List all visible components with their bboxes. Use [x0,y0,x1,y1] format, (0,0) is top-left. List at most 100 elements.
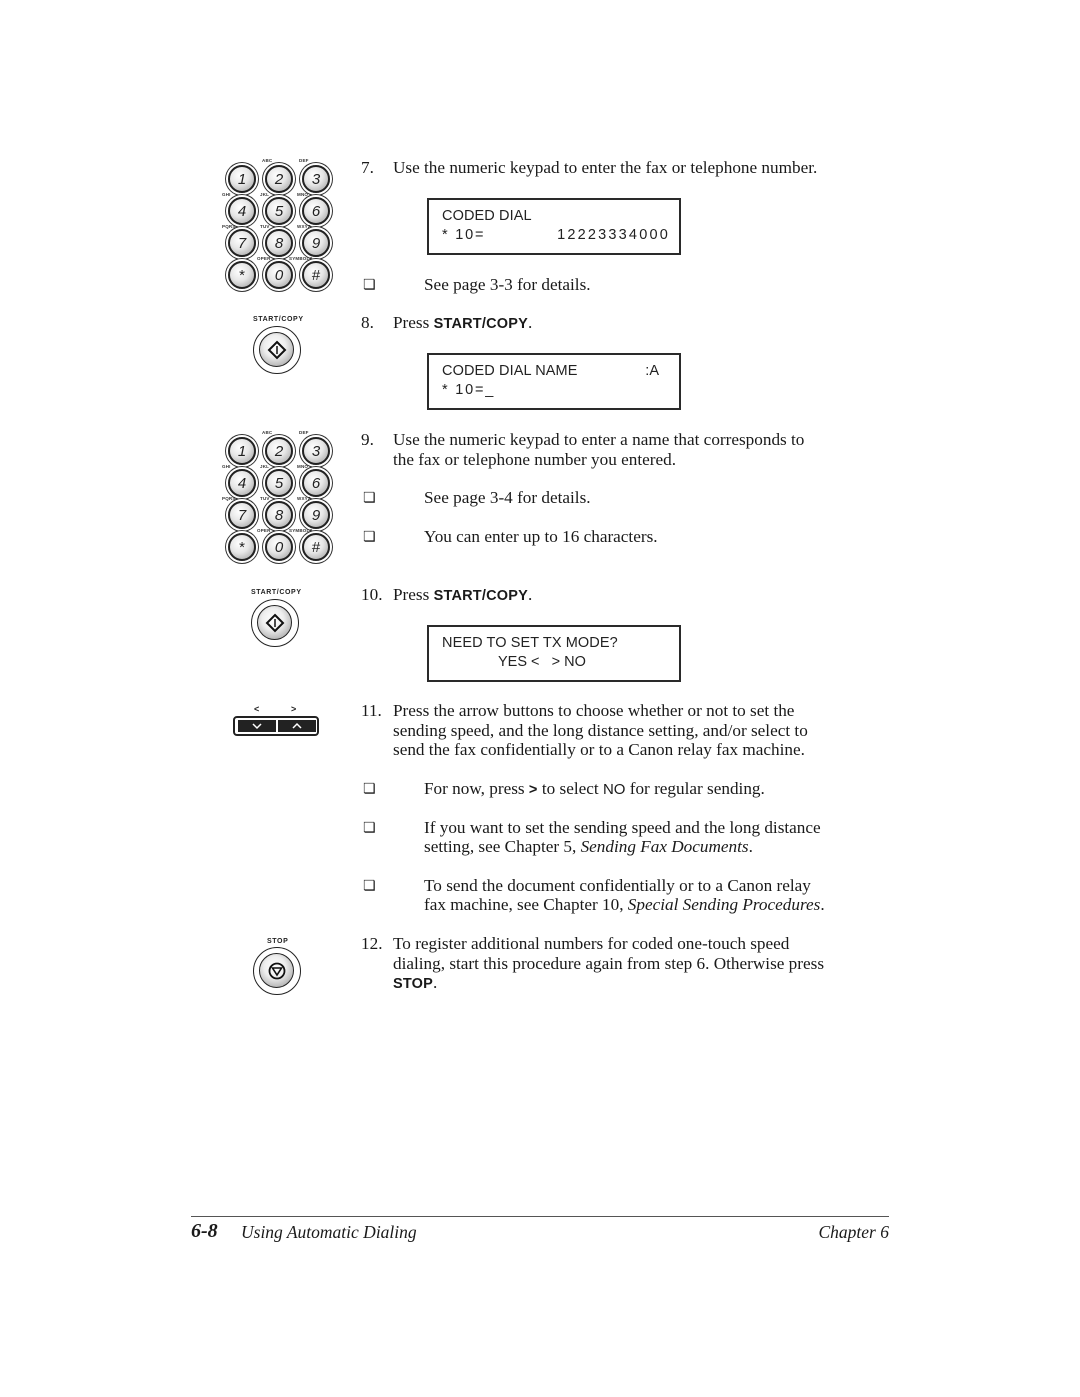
option-value: NO [602,781,626,798]
bullet-text: If you want to set the sending speed and… [424,818,821,837]
keypad-key-0: 0 [265,261,293,289]
bullet-text: For now, press > to select NO for regula… [424,779,765,801]
keypad-key-5: 5 [265,197,293,225]
step-text-prefix: Press [393,585,434,604]
step-text: Use the numeric keypad to enter the fax … [393,158,818,177]
checkbox-bullet-icon: ❏ [363,820,376,836]
numeric-keypad-illustration: ABC DEF 1 2 3 GHI JKL MNO 4 5 6 PQRS TUV… [222,430,337,561]
lcd-line1: CODED DIAL NAME [442,363,578,379]
lcd-line2-left: * 10= [442,227,486,243]
bullet-text-part: For now, press [424,779,529,798]
keypad-key-5: 5 [265,469,293,497]
keypad-key-4: 4 [228,469,256,497]
section-title: Using Automatic Dialing [241,1222,417,1242]
lcd-line2-left: * 10=_ [442,382,496,398]
keypad-key-6: 6 [302,469,330,497]
step-number: 8. [361,313,374,332]
start-diamond-icon [265,613,284,632]
keypad-key-hash: # [302,261,330,289]
start-copy-caption: START/COPY [251,589,302,596]
bullet-text-part: for regular sending. [625,779,765,798]
chevron-down-icon [252,723,262,730]
bullet-text-part: . [820,895,825,914]
step-text-line: STOP. [393,973,437,995]
lcd-display: CODED DIAL NAME :A * 10=_ [427,353,681,410]
step-text-line: sending speed, and the long distance set… [393,721,808,740]
keypad-key-7: 7 [228,501,256,529]
lcd-display: CODED DIAL * 10= 12223334000 [427,198,681,255]
arrow-buttons-illustration [233,716,319,736]
keypad-key-star: * [228,261,256,289]
keypad-key-2: 2 [265,165,293,193]
lcd-line1-right: :A [645,363,659,379]
key-label: JKL [260,192,270,197]
keypad-key-3: 3 [302,437,330,465]
bullet-text-part: . [748,837,753,856]
stop-caption: STOP [267,938,289,945]
bullet-text: setting, see Chapter 5, Sending Fax Docu… [424,837,753,857]
chapter-reference: Special Sending Procedures [627,895,821,914]
bullet-text-part: setting, see Chapter 5, [424,837,581,856]
start-copy-button-illustration [251,599,299,647]
keypad-key-7: 7 [228,229,256,257]
keypad-key-1: 1 [228,165,256,193]
key-label: JKL [260,464,270,469]
step-number: 9. [361,430,374,449]
checkbox-bullet-icon: ❏ [363,781,376,797]
bullet-text: To send the document confidentially or t… [424,876,811,895]
key-label: GHI [222,464,231,469]
key-label: OPER [257,256,271,261]
checkbox-bullet-icon: ❏ [363,529,376,545]
key-name: STOP [393,976,434,992]
step-text-suffix: . [433,973,438,992]
step-text-line: send the fax confidentially or to a Cano… [393,740,805,759]
checkbox-bullet-icon: ❏ [363,277,376,293]
step-text: Press START/COPY. [393,313,532,335]
lcd-line1: CODED DIAL [442,208,532,224]
start-diamond-icon [267,340,286,359]
key-label: PQRS [222,496,236,501]
step-text-line: Press the arrow buttons to choose whethe… [393,701,795,720]
lcd-display: NEED TO SET TX MODE? YES < > NO [427,625,681,682]
step-number: 12. [361,934,383,953]
keypad-key-9: 9 [302,229,330,257]
keypad-key-1: 1 [228,437,256,465]
bullet-text: fax machine, see Chapter 10, Special Sen… [424,895,825,915]
step-text: Press START/COPY. [393,585,532,607]
keypad-key-9: 9 [302,501,330,529]
step-text-line: Use the numeric keypad to enter a name t… [393,430,805,449]
lcd-line2-right: 12223334000 [557,227,670,243]
checkbox-bullet-icon: ❏ [363,878,376,894]
key-label: MNO [297,464,309,469]
bullet-text-part: to select [537,779,603,798]
key-label: TUV [260,496,270,501]
step-number: 10. [361,585,383,604]
step-number: 7. [361,158,374,177]
stop-icon [268,962,285,979]
chapter-label: Chapter 6 [818,1222,890,1242]
key-label: TUV [260,224,270,229]
key-label: ABC [262,430,273,435]
keypad-key-0: 0 [265,533,293,561]
keypad-key-8: 8 [265,229,293,257]
keypad-key-hash: # [302,533,330,561]
key-name: START/COPY [433,588,528,604]
arrow-right-label: > [291,704,297,714]
footer-divider [191,1216,889,1217]
step-text-line: the fax or telephone number you entered. [393,450,677,469]
chapter-reference: Sending Fax Documents [580,837,749,856]
keypad-key-8: 8 [265,501,293,529]
checkbox-bullet-icon: ❏ [363,490,376,506]
key-name: > [528,782,538,798]
keypad-key-2: 2 [265,437,293,465]
key-label: PQRS [222,224,236,229]
key-label: OPER [257,528,271,533]
keypad-key-6: 6 [302,197,330,225]
bullet-text: See page 3-3 for details. [424,275,591,294]
key-label: SYMBOLS [289,256,313,261]
arrow-left-label: < [254,704,260,714]
keypad-key-3: 3 [302,165,330,193]
stop-button-illustration [253,947,301,995]
chevron-up-icon [292,722,302,729]
step-text-line: dialing, start this procedure again from… [393,954,825,973]
